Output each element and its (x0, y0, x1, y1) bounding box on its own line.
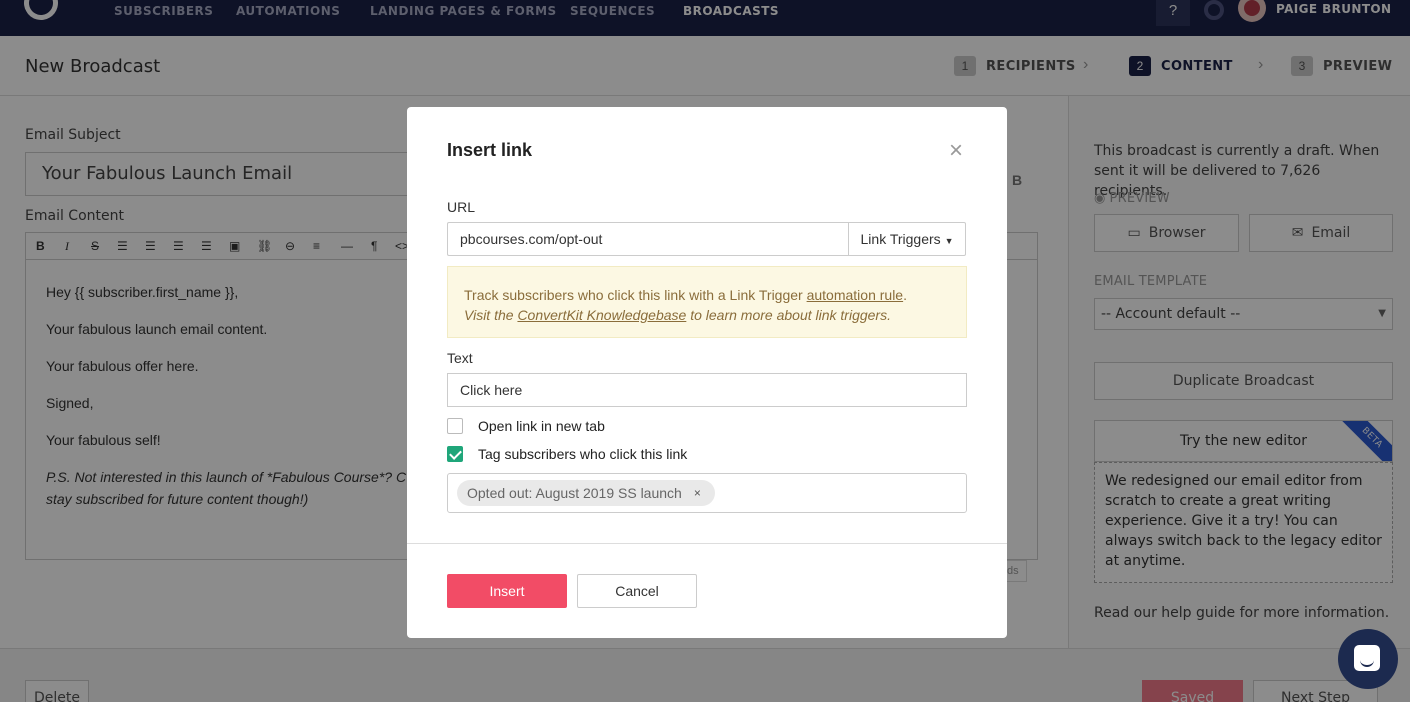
tag-select-input[interactable]: Opted out: August 2019 SS launch × (447, 473, 967, 513)
text-label: Text (447, 350, 473, 366)
close-icon[interactable]: × (949, 137, 963, 165)
tag-chip-label: Opted out: August 2019 SS launch (467, 485, 682, 501)
tag-chip: Opted out: August 2019 SS launch × (457, 480, 715, 506)
open-new-tab-checkbox[interactable] (447, 418, 463, 434)
url-label: URL (447, 199, 476, 215)
tag-subscribers-label: Tag subscribers who click this link (478, 446, 688, 462)
knowledgebase-link[interactable]: ConvertKit Knowledgebase (517, 307, 686, 323)
tag-subscribers-row[interactable]: Tag subscribers who click this link (447, 445, 687, 463)
open-new-tab-row[interactable]: Open link in new tab (447, 417, 605, 435)
insert-button[interactable]: Insert (447, 574, 567, 608)
insert-link-modal: Insert link × URL pbcourses.com/opt-out … (407, 107, 1007, 638)
caret-down-icon: ▼ (944, 236, 954, 246)
link-triggers-button[interactable]: Link Triggers ▼ (848, 222, 966, 256)
url-input[interactable]: pbcourses.com/opt-out (447, 222, 849, 256)
cancel-button[interactable]: Cancel (577, 574, 697, 608)
notice-text: Track subscribers who click this link wi… (464, 287, 803, 303)
notice-visit: Visit the (464, 307, 514, 323)
chat-launcher-icon[interactable] (1338, 629, 1398, 689)
remove-tag-icon[interactable]: × (694, 480, 701, 506)
link-trigger-notice: Track subscribers who click this link wi… (447, 266, 967, 338)
open-new-tab-label: Open link in new tab (478, 418, 605, 434)
link-triggers-label: Link Triggers (860, 231, 941, 247)
tag-subscribers-checkbox[interactable] (447, 446, 463, 462)
modal-divider (407, 543, 1007, 544)
notice-tail: to learn more about link triggers. (690, 307, 891, 323)
link-text-input[interactable]: Click here (447, 373, 967, 407)
modal-title: Insert link (447, 140, 533, 160)
automation-rule-link[interactable]: automation rule (807, 287, 904, 303)
